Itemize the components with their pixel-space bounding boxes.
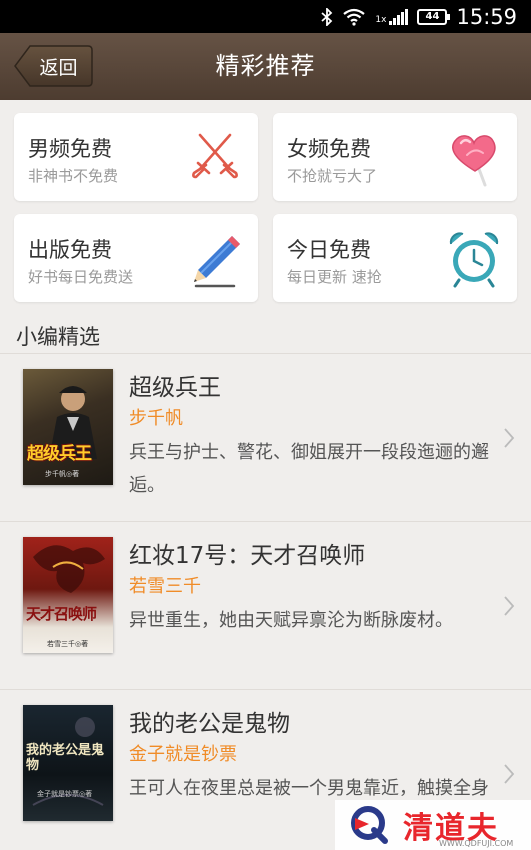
card-subtitle: 不抢就亏大了: [287, 167, 378, 185]
chevron-right-icon: [504, 428, 515, 448]
status-icons: 1x 44 15:59: [321, 0, 517, 33]
cover-author: 若雪三千◎著: [47, 640, 89, 648]
book-author: 步千帆: [129, 408, 183, 429]
cover-title: 我的老公是鬼物: [26, 743, 105, 773]
pencil-icon: [194, 236, 240, 288]
chevron-right-icon: [504, 764, 515, 784]
card-publish-free[interactable]: 出版免费 好书每日免费送: [14, 214, 258, 302]
book-author: 若雪三千: [129, 576, 201, 597]
card-title: 男频免费: [28, 137, 112, 161]
cover-title: 天才召唤师: [26, 605, 97, 623]
book-description: 异世重生，她由天赋异禀沦为断脉废材。: [129, 610, 453, 631]
card-subtitle: 每日更新 速抢: [287, 268, 382, 286]
card-female-free[interactable]: 女频免费 不抢就亏大了: [273, 113, 517, 201]
book-cover: 超级兵王 步千帆◎著: [23, 369, 113, 485]
watermark-logo-icon: [351, 806, 388, 844]
cover-author: 金子就是钞票◎著: [37, 790, 93, 798]
book-cover: 天才召唤师 若雪三千◎著: [23, 537, 113, 653]
app-header: 精彩推荐 返回: [0, 33, 531, 100]
crossed-swords-icon: [192, 133, 238, 179]
status-bar: 1x 44 15:59: [0, 0, 531, 33]
watermark-url: WWW.QDFUJI.COM: [439, 839, 514, 848]
book-title: 红妆17号：天才召唤师: [129, 543, 366, 569]
battery-icon: 44: [417, 8, 451, 25]
dragon-cover-art: [33, 545, 105, 593]
book-description: 兵王与护士、警花、御姐展开一段段迤逦的邂逅。: [129, 442, 489, 496]
wifi-icon: [343, 8, 366, 26]
section-title: 小编精选: [16, 325, 100, 349]
status-time: 15:59: [456, 4, 517, 29]
book-cover: 我的老公是鬼物 金子就是钞票◎著: [23, 705, 113, 821]
card-title: 出版免费: [28, 238, 112, 262]
alarm-clock-icon: [449, 232, 499, 288]
book-title: 超级兵王: [129, 375, 221, 401]
book-item[interactable]: 超级兵王 步千帆◎著 超级兵王 步千帆 兵王与护士、警花、御姐展开一段段迤逦的邂…: [0, 353, 531, 521]
signal-type: 1x: [375, 14, 387, 25]
card-male-free[interactable]: 男频免费 非神书不免费: [14, 113, 258, 201]
card-today-free[interactable]: 今日免费 每日更新 速抢: [273, 214, 517, 302]
watermark: 清道夫 WWW.QDFUJI.COM: [335, 800, 531, 850]
chevron-right-icon: [504, 596, 515, 616]
book-title: 我的老公是鬼物: [129, 711, 290, 737]
card-title: 今日免费: [287, 238, 371, 262]
card-subtitle: 非神书不免费: [28, 167, 119, 185]
card-subtitle: 好书每日免费送: [28, 268, 134, 286]
heart-lollipop-icon: [452, 135, 496, 187]
bluetooth-icon: [321, 7, 333, 26]
card-title: 女频免费: [287, 137, 371, 161]
book-item[interactable]: 天才召唤师 若雪三千◎著 红妆17号：天才召唤师 若雪三千 异世重生，她由天赋异…: [0, 521, 531, 689]
back-button[interactable]: 返回: [14, 45, 93, 87]
signal-icon: 1x: [375, 8, 409, 25]
soldier-cover-art: [49, 386, 97, 459]
cover-title: 超级兵王: [27, 444, 92, 464]
book-author: 金子就是钞票: [129, 744, 237, 765]
cover-author: 步千帆◎著: [45, 470, 80, 478]
